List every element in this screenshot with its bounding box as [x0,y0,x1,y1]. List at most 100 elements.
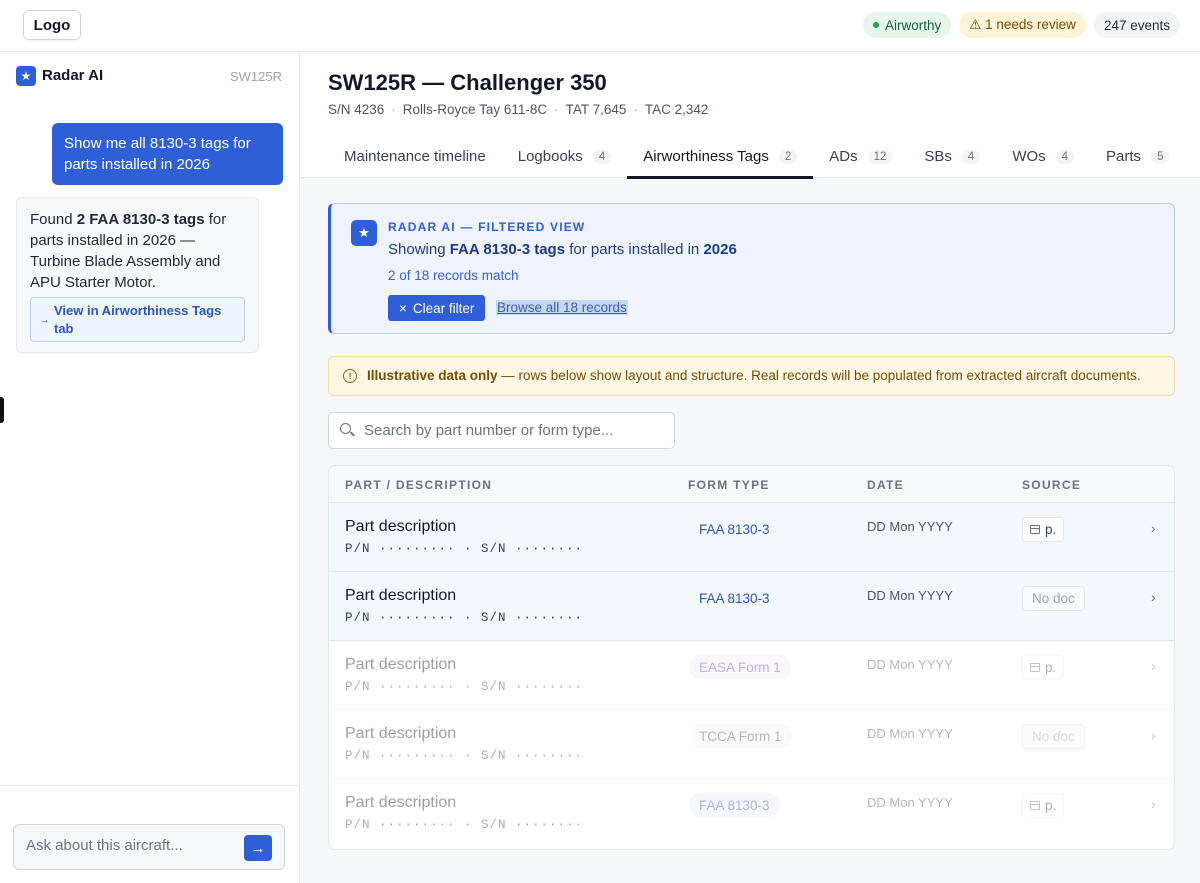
sidebar-resize-handle[interactable] [0,397,4,423]
tab-maintenance-timeline[interactable]: Maintenance timeline [328,135,502,178]
table-row[interactable]: Part description P/N ········· · S/N ···… [329,572,1174,641]
aircraft-meta: S/N 4236 · Rolls-Royce Tay 611-8C · TAT … [328,102,708,117]
clear-filter-button[interactable]: × Clear filter [388,295,486,321]
close-icon: × [399,300,407,316]
tab-logbooks[interactable]: Logbooks 4 [502,135,627,178]
search-input[interactable] [364,422,664,439]
tab-count: 4 [592,149,612,164]
meta-serial: S/N 4236 [328,102,385,117]
send-button[interactable]: → [244,835,272,861]
source-doc-button[interactable]: p. [1022,655,1065,680]
meta-separator: · [633,102,638,117]
tab-bar: Maintenance timeline Logbooks 4 Airworth… [328,135,1185,179]
filter-desc-mid: for parts installed in [565,241,704,258]
review-label: ⚠ 1 needs review [969,17,1076,32]
form-type-badge: FAA 8130-3 [699,521,770,537]
source-label: p. [1045,798,1057,813]
row-date: DD Mon YYYY [867,726,953,741]
part-description: Part description [345,518,457,535]
part-serial-numbers: P/N ········· · S/N ········ [345,818,584,832]
ask-box: → [13,824,285,870]
tab-count: 4 [961,149,981,164]
tab-sbs[interactable]: SBs 4 [908,135,996,178]
top-bar: Logo Airworthy ⚠ 1 needs review 247 even… [0,0,1200,52]
col-source[interactable]: SOURCE [1022,478,1081,492]
tab-count: 12 [867,149,893,164]
tab-wos[interactable]: WOs 4 [996,135,1090,178]
table-row[interactable]: Part description P/N ········· · S/N ···… [329,710,1174,779]
filter-desc-form: FAA 8130-3 tags [449,241,566,258]
events-badge[interactable]: 247 events [1093,12,1180,38]
source-no-doc: No doc [1022,586,1085,611]
notice-bold: Illustrative data only [367,368,498,383]
view-in-tab-link[interactable]: → View in Airworthiness Tags tab [30,297,245,342]
chevron-right-icon[interactable]: › [1151,658,1156,674]
browse-all-link[interactable]: Browse all 18 records [496,300,628,315]
tab-count: 5 [1151,149,1170,164]
airworthy-label: Airworthy [885,17,942,33]
star-icon: ★ [16,66,36,86]
col-form-type[interactable]: FORM TYPE [688,478,770,492]
col-part-description[interactable]: PART / DESCRIPTION [345,478,492,492]
row-date: DD Mon YYYY [867,795,953,810]
chevron-right-icon[interactable]: › [1151,589,1156,605]
tab-airworthiness-tags[interactable]: Airworthiness Tags 2 [627,135,814,179]
table-row[interactable]: Part description P/N ········· · S/N ···… [329,503,1174,572]
aircraft-header: SW125R — Challenger 350 S/N 4236 · Rolls… [300,52,1200,179]
table-row[interactable]: Part description P/N ········· · S/N ···… [329,641,1174,710]
divider [0,785,299,786]
ai-filter-card: ★ RADAR AI — FILTERED VIEW Showing FAA 8… [328,203,1175,334]
col-date[interactable]: DATE [867,478,904,492]
table-header: PART / DESCRIPTION FORM TYPE DATE SOURCE [329,466,1174,503]
form-type-badge: TCCA Form 1 [689,724,792,748]
tab-parts[interactable]: Parts 5 [1090,135,1185,178]
meta-separator: · [554,102,559,117]
source-doc-button[interactable]: p. [1022,517,1065,542]
chevron-right-icon[interactable]: › [1151,796,1156,812]
view-in-tab-label: View in Airworthiness Tags tab [54,303,222,336]
status-dot-icon [873,22,880,28]
document-icon [1030,801,1040,810]
filter-desc-pre: Showing [388,241,450,258]
form-type-badge: FAA 8130-3 [689,793,780,817]
part-serial-numbers: P/N ········· · S/N ········ [345,749,584,763]
tab-label: Maintenance timeline [344,148,486,165]
main-panel: SW125R — Challenger 350 S/N 4236 · Rolls… [300,52,1200,883]
source-no-doc: No doc [1022,724,1085,749]
filter-label: RADAR AI — FILTERED VIEW [388,220,586,234]
tab-label: Logbooks [517,148,583,165]
review-badge[interactable]: ⚠ 1 needs review [959,12,1086,38]
part-serial-numbers: P/N ········· · S/N ········ [345,611,584,625]
part-description: Part description [345,656,457,673]
meta-tat: TAT 7,645 [565,102,627,117]
filter-desc-year: 2026 [703,241,737,258]
meta-engine: Rolls-Royce Tay 611-8C [402,102,548,117]
part-serial-numbers: P/N ········· · S/N ········ [345,680,584,694]
document-icon [1030,525,1040,534]
part-description: Part description [345,587,457,604]
page-title: SW125R — Challenger 350 [328,70,607,95]
chevron-right-icon[interactable]: › [1151,727,1156,743]
meta-separator: · [391,102,396,117]
row-date: DD Mon YYYY [867,519,953,534]
ask-input[interactable] [26,837,226,854]
form-type-badge: EASA Form 1 [689,655,791,679]
notice-text: Illustrative data only — rows below show… [367,368,1141,383]
tab-label: ADs [829,148,858,165]
logo-button[interactable]: Logo [23,10,81,40]
table-row[interactable]: Part description P/N ········· · S/N ···… [329,779,1174,848]
airworthy-badge[interactable]: Airworthy [863,12,952,38]
filter-description: Showing FAA 8130-3 tags for parts instal… [388,241,737,258]
ai-message: Found 2 FAA 8130-3 tags for parts instal… [16,197,259,353]
illustrative-notice: ! Illustrative data only — rows below sh… [328,356,1175,396]
tab-ads[interactable]: ADs 12 [813,135,908,178]
clear-filter-label: Clear filter [412,300,475,316]
tags-table: PART / DESCRIPTION FORM TYPE DATE SOURCE… [328,465,1175,850]
events-label: 247 events [1103,17,1170,33]
chevron-right-icon[interactable]: › [1151,520,1156,536]
status-pills: Airworthy ⚠ 1 needs review 247 events [863,12,1180,38]
source-doc-button[interactable]: p. [1022,793,1065,818]
tab-count: 4 [1055,149,1075,164]
row-date: DD Mon YYYY [867,588,953,603]
sidebar-title: Radar AI [42,67,104,84]
